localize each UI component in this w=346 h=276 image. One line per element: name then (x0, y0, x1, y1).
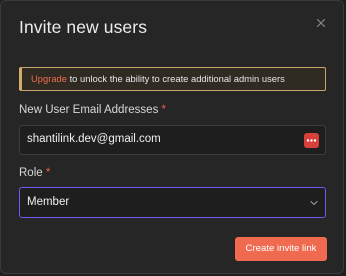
role-selected-value: Member (27, 196, 70, 208)
role-field-label: Role * (19, 167, 50, 179)
email-options-button[interactable] (304, 133, 319, 148)
role-label-text: Role (19, 167, 43, 179)
create-invite-link-button[interactable]: Create invite link (235, 237, 327, 261)
upgrade-banner: Upgrade to unlock the ability to create … (19, 67, 326, 91)
close-icon (316, 18, 326, 28)
required-marker: * (45, 167, 51, 179)
upgrade-link[interactable]: Upgrade (31, 73, 67, 84)
dialog-title: Invite new users (19, 17, 148, 37)
more-dots-icon (306, 139, 317, 142)
invite-users-dialog: Invite new users Upgrade to unlock the a… (0, 0, 344, 274)
upgrade-banner-text: to unlock the ability to create addition… (66, 73, 285, 84)
email-field-label: New User Email Addresses * (19, 104, 166, 116)
close-button[interactable] (314, 16, 328, 30)
role-select[interactable]: Member (19, 187, 326, 218)
email-field[interactable]: shantilink.dev@gmail.com (19, 125, 326, 155)
required-marker: * (161, 104, 167, 116)
email-value: shantilink.dev@gmail.com (27, 133, 161, 145)
email-label-text: New User Email Addresses (19, 104, 159, 116)
chevron-down-icon (310, 200, 318, 206)
